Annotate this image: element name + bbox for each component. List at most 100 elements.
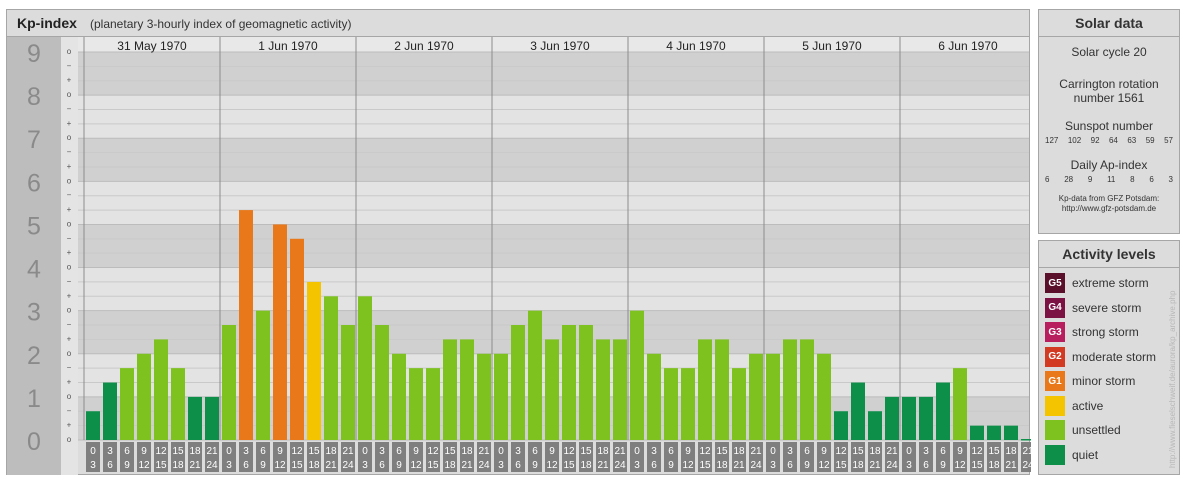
time-start-label: 3 [379, 446, 385, 457]
kp-bar [681, 368, 695, 440]
time-start-label: 12 [971, 446, 983, 457]
time-end-label: 9 [940, 460, 946, 471]
time-end-label: 15 [155, 460, 167, 471]
y-axis-label: 5 [27, 212, 41, 240]
submark: + [67, 162, 72, 171]
time-start-label: 3 [243, 446, 249, 457]
kp-bar [664, 368, 678, 440]
credit-line1: Kp-data from GFZ Potsdam: [1058, 194, 1160, 203]
time-end-label: 9 [396, 460, 402, 471]
time-end-label: 12 [682, 460, 694, 471]
kp-bar [732, 368, 746, 440]
y-axis-label: 8 [27, 83, 41, 111]
time-start-label: 21 [478, 446, 490, 457]
time-start-label: 9 [141, 446, 147, 457]
kp-bar [154, 339, 168, 440]
time-end-label: 21 [1005, 460, 1017, 471]
ap-value-3: 11 [1107, 175, 1116, 184]
kp-bar [545, 339, 559, 440]
source-watermark: http://www.fieselschweif.de/aurora/kp_ar… [1168, 290, 1177, 468]
time-start-label: 18 [733, 446, 745, 457]
kp-bar [783, 339, 797, 440]
kp-bar [205, 396, 219, 440]
ap-value-6: 3 [1168, 175, 1173, 184]
time-end-label: 3 [498, 460, 504, 471]
time-end-label: 24 [1022, 460, 1031, 471]
credit-link[interactable]: http://www.gfz-potsdam.de [1039, 204, 1179, 214]
kp-bar [290, 238, 304, 440]
submark: − [67, 406, 72, 415]
submark: + [67, 421, 72, 430]
y-axis-label: 9 [27, 40, 41, 68]
time-end-label: 3 [770, 460, 776, 471]
ap-title: Daily Ap-index [1070, 158, 1148, 172]
kp-bar [851, 382, 865, 440]
submark: o [67, 435, 72, 444]
grid-band [78, 181, 1029, 225]
time-end-label: 18 [852, 460, 864, 471]
time-end-label: 6 [923, 460, 929, 471]
time-end-label: 15 [835, 460, 847, 471]
kp-bar [970, 425, 984, 440]
kp-bar [817, 353, 831, 440]
time-end-label: 21 [461, 460, 473, 471]
time-start-label: 3 [787, 446, 793, 457]
y-axis-label: 0 [27, 428, 41, 456]
time-start-label: 9 [549, 446, 555, 457]
solar-cycle: Solar cycle 20 [1071, 45, 1147, 59]
activity-levels-panel: Activity levels G5 extreme storm G4 severe … [1038, 240, 1180, 475]
ap-value-4: 8 [1130, 175, 1135, 184]
time-end-label: 3 [906, 460, 912, 471]
time-end-label: 15 [427, 460, 439, 471]
y-axis-label: 4 [27, 256, 41, 284]
legend-item-severe-storm: G4 severe storm [1045, 297, 1141, 318]
grid-band [78, 95, 1029, 139]
time-end-label: 15 [291, 460, 303, 471]
kp-bar [222, 325, 236, 440]
time-end-label: 3 [362, 460, 368, 471]
kp-bar [987, 425, 1001, 440]
time-end-label: 6 [379, 460, 385, 471]
submark: + [67, 76, 72, 85]
time-end-label: 18 [988, 460, 1000, 471]
submark: + [67, 291, 72, 300]
submark: o [67, 133, 72, 142]
kp-bar [307, 281, 321, 440]
time-end-label: 12 [818, 460, 830, 471]
kp-bar [919, 396, 933, 440]
sunspot-value-0: 127 [1045, 136, 1059, 145]
time-start-label: 6 [532, 446, 538, 457]
time-start-label: 3 [923, 446, 929, 457]
kp-bar [511, 325, 525, 440]
submark: + [67, 119, 72, 128]
time-start-label: 15 [444, 446, 456, 457]
time-end-label: 24 [750, 460, 762, 471]
grid-band [78, 224, 1029, 268]
kp-bar [103, 382, 117, 440]
legend-label: quiet [1072, 447, 1099, 462]
kp-bar [341, 325, 355, 440]
grid-band [78, 267, 1029, 311]
time-end-label: 15 [563, 460, 575, 471]
ap-value-0: 6 [1045, 175, 1050, 184]
time-start-label: 18 [869, 446, 881, 457]
kp-bar [715, 339, 729, 440]
ap-value-2: 9 [1087, 175, 1093, 184]
submark: o [67, 219, 72, 228]
kp-bar [1004, 425, 1018, 440]
kp-bar [613, 339, 627, 440]
carrington-line2: number 1561 [1073, 91, 1145, 105]
kp-bar-chart: 0 o+1 o+−2 o+−3 o+−4 o+−5 o+−6 o+−7 o+−8 o+−9 o−31… [7, 37, 1031, 475]
kp-bar [477, 353, 491, 440]
time-end-label: 6 [243, 460, 249, 471]
grid-band [78, 138, 1029, 182]
legend-swatch [1045, 420, 1065, 440]
submark: − [67, 191, 72, 200]
time-end-label: 21 [325, 460, 337, 471]
legend-swatch: G3 [1045, 322, 1065, 342]
time-end-label: 12 [410, 460, 422, 471]
time-start-label: 15 [716, 446, 728, 457]
time-start-label: 21 [342, 446, 354, 457]
time-start-label: 15 [580, 446, 592, 457]
day-label: 31 May 1970 [117, 39, 187, 53]
